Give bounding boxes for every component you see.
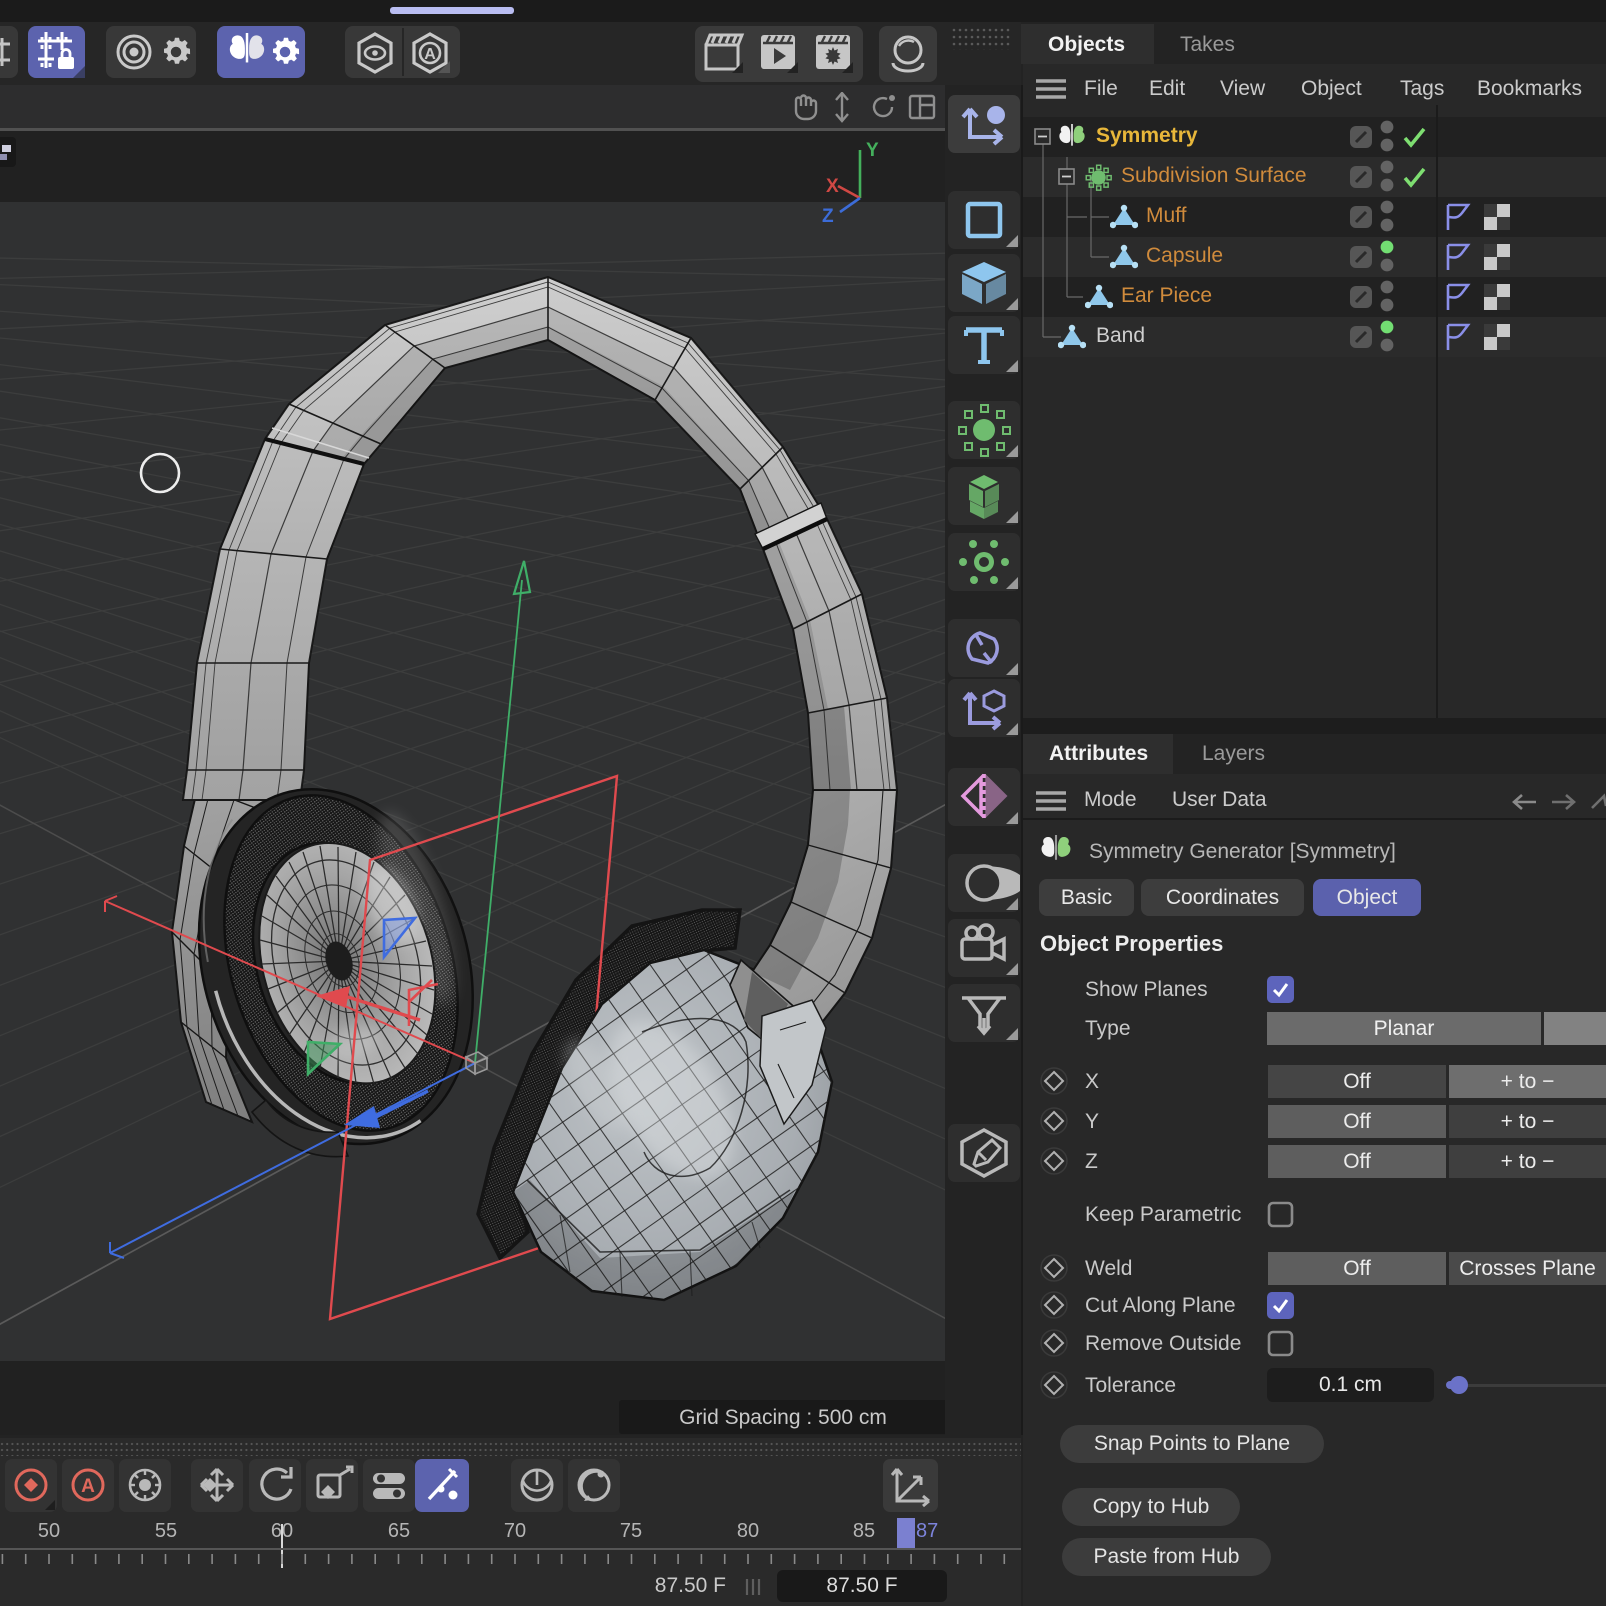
svg-text:Grid Spacing : 500 cm: Grid Spacing : 500 cm <box>679 1406 887 1429</box>
svg-text:Z: Z <box>822 206 834 227</box>
svg-text:A: A <box>424 46 436 63</box>
svg-text:X: X <box>826 176 839 197</box>
svg-text:Y: Y <box>866 140 879 161</box>
svg-text:A: A <box>81 1476 95 1497</box>
